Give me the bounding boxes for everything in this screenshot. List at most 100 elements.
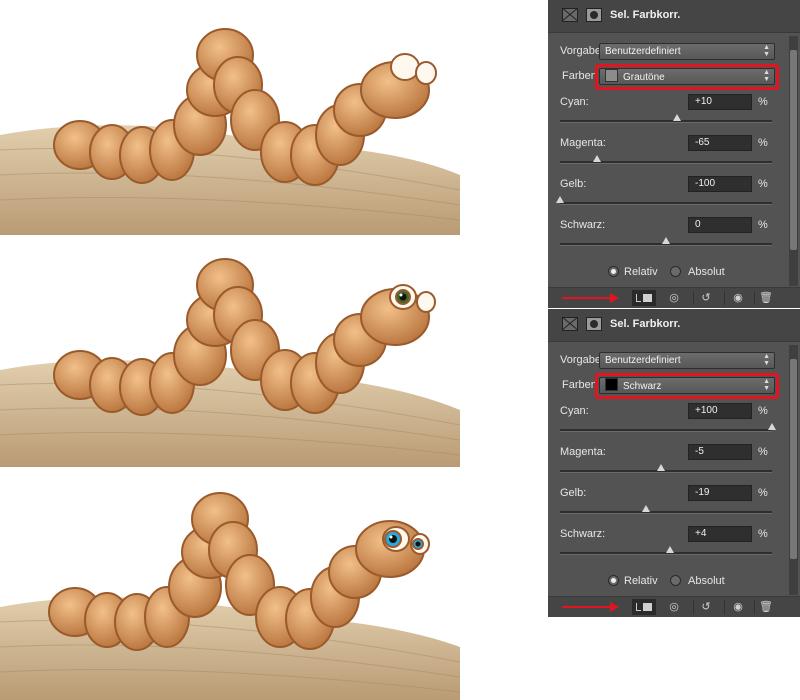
- illustration-3: [0, 467, 460, 700]
- slider-thumb[interactable]: [656, 464, 665, 471]
- percent-unit: %: [758, 487, 768, 499]
- percent-unit: %: [758, 96, 768, 108]
- reset-icon[interactable]: ↺: [698, 291, 714, 305]
- vorgabe-value: Benutzerdefiniert: [605, 46, 681, 57]
- slider-row: Schwarz: 0%: [548, 217, 786, 258]
- trash-icon[interactable]: 🗑: [758, 291, 774, 305]
- farben-label: Farben: [562, 70, 597, 82]
- vorgabe-row: Vorgabe: Benutzerdefiniert ▲ ▼: [548, 352, 786, 370]
- slider-value-field[interactable]: 0: [688, 217, 752, 233]
- slider-track[interactable]: [560, 114, 772, 123]
- slider-value-field[interactable]: +10: [688, 94, 752, 110]
- scrollbar-thumb[interactable]: [790, 359, 797, 559]
- adjustment-mask-icon[interactable]: [562, 317, 578, 331]
- relativ-radio[interactable]: [608, 266, 619, 277]
- worm-illustration-2: [0, 258, 460, 467]
- properties-panel-2: Sel. Farbkorr. Vorgabe: Benutzerdefinier…: [548, 309, 800, 617]
- visibility-icon[interactable]: ◉: [730, 600, 746, 614]
- properties-panel-1: Sel. Farbkorr. Vorgabe: Benutzerdefinier…: [548, 0, 800, 308]
- slider-value-field[interactable]: -5: [688, 444, 752, 460]
- slider-thumb[interactable]: [666, 546, 675, 553]
- view-previous-icon[interactable]: ◎: [666, 600, 682, 614]
- relativ-label: Relativ: [624, 266, 658, 278]
- slider-thumb[interactable]: [641, 505, 650, 512]
- slider-row: Gelb: -19%: [548, 485, 786, 526]
- percent-unit: %: [758, 446, 768, 458]
- slider-row: Gelb: -100%: [548, 176, 786, 217]
- slider-track[interactable]: [560, 505, 772, 514]
- clip-to-layer-icon[interactable]: [632, 290, 656, 306]
- scrollbar[interactable]: [789, 345, 798, 595]
- slider-value-field[interactable]: +100: [688, 403, 752, 419]
- trash-icon[interactable]: 🗑: [758, 600, 774, 614]
- percent-unit: %: [758, 405, 768, 417]
- slider-thumb[interactable]: [662, 237, 670, 244]
- updown-icon: ▲ ▼: [763, 44, 770, 58]
- percent-unit: %: [758, 528, 768, 540]
- layer-mask-icon[interactable]: [586, 8, 602, 22]
- panel-footer: ◎ ↺ ◉ 🗑: [548, 287, 800, 308]
- illustration-1: [0, 0, 460, 235]
- slider-row: Magenta: -5%: [548, 444, 786, 485]
- percent-unit: %: [758, 137, 768, 149]
- slider-track[interactable]: [560, 155, 772, 164]
- slider-label: Schwarz:: [560, 528, 606, 540]
- scrollbar[interactable]: [789, 36, 798, 286]
- slider-value-field[interactable]: -100: [688, 176, 752, 192]
- slider-row: Magenta: -65%: [548, 135, 786, 176]
- layer-mask-icon[interactable]: [586, 317, 602, 331]
- percent-unit: %: [758, 178, 768, 190]
- adjustment-mask-icon[interactable]: [562, 8, 578, 22]
- slider-value-field[interactable]: -19: [688, 485, 752, 501]
- relativ-radio[interactable]: [608, 575, 619, 586]
- slider-row: Schwarz: +4%: [548, 526, 786, 567]
- slider-label: Magenta:: [560, 137, 606, 149]
- farben-row: Farben Schwarz ▲ ▼: [548, 373, 786, 399]
- absolut-label: Absolut: [688, 266, 725, 278]
- slider-label: Cyan:: [560, 96, 589, 108]
- slider-thumb[interactable]: [768, 423, 776, 430]
- vorgabe-select[interactable]: Benutzerdefiniert ▲ ▼: [599, 43, 775, 60]
- slider-label: Gelb:: [560, 178, 587, 190]
- absolut-radio[interactable]: [670, 266, 681, 277]
- vorgabe-select[interactable]: Benutzerdefiniert ▲ ▼: [599, 352, 775, 369]
- red-arrow-head: [610, 293, 619, 303]
- slider-value-field[interactable]: -65: [688, 135, 752, 151]
- clip-to-layer-icon[interactable]: [632, 599, 656, 615]
- vorgabe-value: Benutzerdefiniert: [605, 355, 681, 366]
- red-arrow-head: [610, 602, 619, 612]
- red-arrow: [562, 606, 612, 608]
- slider-thumb[interactable]: [556, 196, 564, 203]
- view-previous-icon[interactable]: ◎: [666, 291, 682, 305]
- slider-row: Cyan: +10%: [548, 94, 786, 135]
- slider-thumb[interactable]: [593, 155, 602, 162]
- slider-label: Schwarz:: [560, 219, 606, 231]
- slider-label: Magenta:: [560, 446, 606, 458]
- slider-track[interactable]: [560, 237, 772, 246]
- worm-illustration-3: [0, 492, 460, 700]
- panel-footer: ◎ ↺ ◉ 🗑: [548, 596, 800, 617]
- slider-thumb[interactable]: [672, 114, 681, 121]
- scrollbar-thumb[interactable]: [790, 50, 797, 250]
- absolut-radio[interactable]: [670, 575, 681, 586]
- absolut-label: Absolut: [688, 575, 725, 587]
- slider-value-field[interactable]: +4: [688, 526, 752, 542]
- panel-title: Sel. Farbkorr.: [610, 318, 681, 330]
- highlight-box: [595, 373, 779, 399]
- panel-header: Sel. Farbkorr.: [548, 309, 800, 342]
- slider-track[interactable]: [560, 546, 772, 555]
- slider-track[interactable]: [560, 423, 776, 432]
- vorgabe-row: Vorgabe: Benutzerdefiniert ▲ ▼: [548, 43, 786, 61]
- reset-icon[interactable]: ↺: [698, 600, 714, 614]
- slider-track[interactable]: [560, 464, 772, 473]
- illustration-2: [0, 235, 460, 467]
- slider-track[interactable]: [556, 196, 772, 205]
- relativ-label: Relativ: [624, 575, 658, 587]
- worm-illustration-1: [0, 28, 460, 235]
- farben-row: Farben Grautöne ▲ ▼: [548, 64, 786, 90]
- percent-unit: %: [758, 219, 768, 231]
- sliders-group: Cyan: +100% Magenta: -5% Gelb: -19% Schwarz: +4…: [548, 403, 786, 563]
- slider-row: Cyan: +100%: [548, 403, 786, 444]
- slider-label: Gelb:: [560, 487, 587, 499]
- visibility-icon[interactable]: ◉: [730, 291, 746, 305]
